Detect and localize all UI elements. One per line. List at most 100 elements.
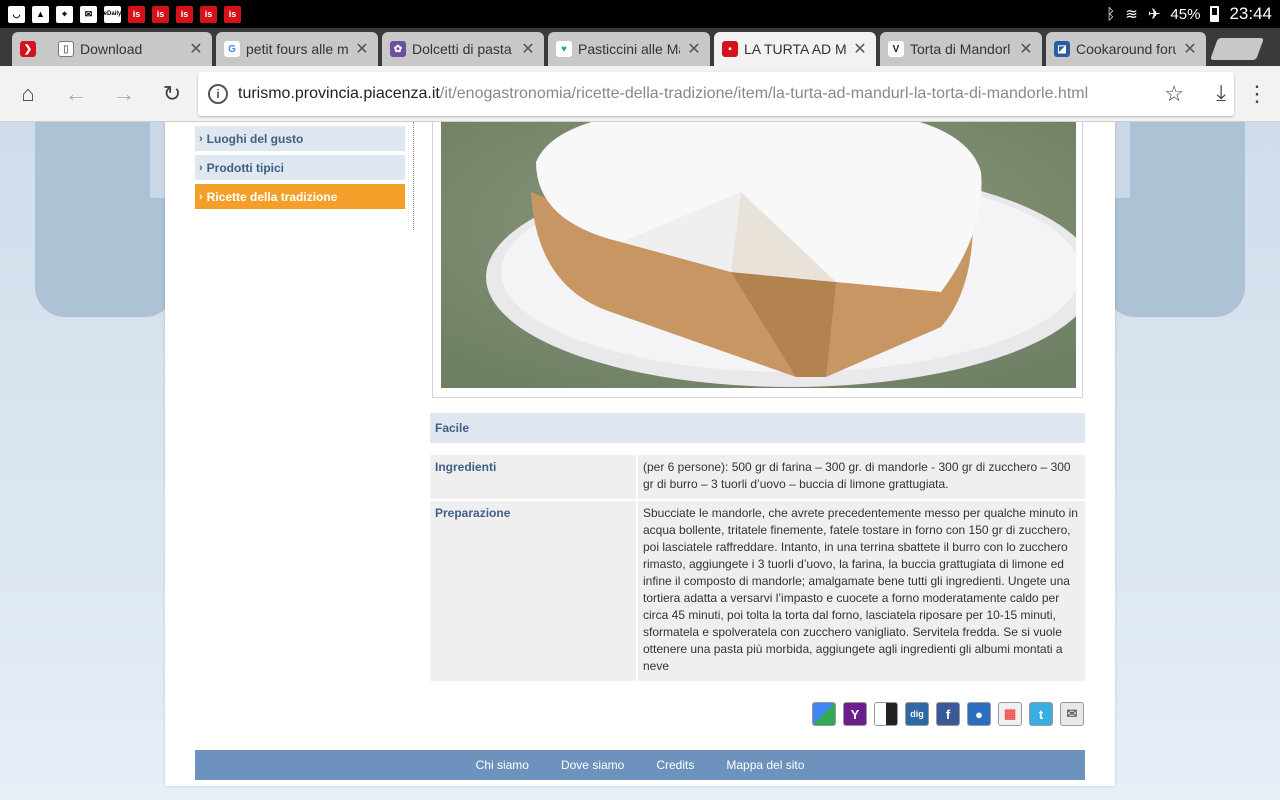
system-status: ᛒ ≋ ✈ 45% 23:44 <box>1106 0 1272 28</box>
tab-petit-fours[interactable]: G petit fours alle m ✕ <box>216 32 378 66</box>
sidebar-item-prodotti-tipici[interactable]: › Prodotti tipici <box>195 155 405 180</box>
clock: 23:44 <box>1229 4 1272 23</box>
bookmark-star-icon[interactable]: ☆ <box>1164 81 1184 107</box>
footer-nav: Chi siamo Dove siamo Credits Mappa del s… <box>195 750 1085 780</box>
tab-title: Pasticcini alle Ma <box>578 41 680 57</box>
facebook-share-icon[interactable]: f <box>936 702 960 726</box>
file-icon: ▯ <box>58 41 74 57</box>
info-icon[interactable]: i <box>208 84 228 104</box>
footer-link-mappa-del-sito[interactable]: Mappa del sito <box>726 758 804 772</box>
tab-title: petit fours alle m <box>246 41 348 57</box>
close-tab-icon[interactable]: ✕ <box>686 39 702 59</box>
table-row: Preparazione Sbucciate le mandorle, che … <box>430 501 1085 681</box>
notification-icons: ◡ ▲ ⌖ ✉ eDaily is is is is is <box>0 5 241 23</box>
site-icon: ◪ <box>1054 41 1070 57</box>
sidebar-item-label: Ricette della tradizione <box>206 189 338 204</box>
windows-live-share-icon[interactable]: ▦ <box>998 702 1022 726</box>
page-content: › Luoghi del gusto › Prodotti tipici › R… <box>165 122 1115 786</box>
heart-icon: ♥ <box>556 41 572 57</box>
news-icon: is <box>152 5 169 23</box>
tab-title: Dolcetti di pasta <box>412 41 512 57</box>
email-share-icon[interactable]: ✉ <box>1060 702 1084 726</box>
close-tab-icon[interactable]: ✕ <box>188 39 204 59</box>
status-bar: ◡ ▲ ⌖ ✉ eDaily is is is is is ᛒ ≋ ✈ 45% … <box>0 0 1280 28</box>
news-icon: is <box>200 5 217 23</box>
row-label: Ingredienti <box>430 455 638 499</box>
notification-icon: ◡ <box>8 5 25 23</box>
sidebar-item-label: Prodotti tipici <box>206 160 284 175</box>
airplane-icon: ✈ <box>1147 6 1161 23</box>
tab-dolcetti[interactable]: ✿ Dolcetti di pasta ✕ <box>382 32 544 66</box>
address-bar[interactable]: i turismo.provincia.piacenza.it/it/enoga… <box>198 72 1234 116</box>
myspace-share-icon[interactable]: ● <box>967 702 991 726</box>
tab-pasticcini[interactable]: ♥ Pasticcini alle Ma ✕ <box>548 32 710 66</box>
close-tab-icon[interactable]: ✕ <box>1018 39 1034 59</box>
url-text[interactable]: turismo.provincia.piacenza.it/it/enogast… <box>238 85 1088 103</box>
news-icon: is <box>176 5 193 23</box>
battery-icon <box>1210 6 1220 22</box>
bluetooth-icon: ᛒ <box>1106 5 1116 23</box>
tab-title: LA TURTA AD MA <box>744 41 846 57</box>
forward-button[interactable]: → <box>110 80 138 108</box>
tab-la-turta[interactable]: ▪ LA TURTA AD MA ✕ <box>714 32 876 66</box>
row-label: Preparazione <box>430 501 638 681</box>
digg-share-icon[interactable]: dig <box>905 702 929 726</box>
close-tab-icon[interactable]: ✕ <box>852 39 868 59</box>
tab-download[interactable]: ▯ Download ✕ <box>50 32 212 66</box>
browser-toolbar: ⌂ ← → ↻ i turismo.provincia.piacenza.it/… <box>0 66 1280 122</box>
news-icon: is <box>128 5 145 23</box>
nav-divider <box>413 122 414 230</box>
row-value: Sbucciate le mandorle, che avrete preced… <box>638 501 1085 681</box>
tab-cookaround[interactable]: ◪ Cookaround foru ✕ <box>1046 32 1206 66</box>
site-icon: V <box>888 41 904 57</box>
sidebar-item-ricette-della-tradizione[interactable]: › Ricette della tradizione <box>195 184 405 209</box>
close-tab-icon[interactable]: ✕ <box>1182 39 1198 59</box>
delicious-share-icon[interactable] <box>874 702 898 726</box>
almond-cake-image <box>441 122 1076 388</box>
news-icon: is <box>224 5 241 23</box>
sidebar-item-label: Luoghi del gusto <box>206 131 304 146</box>
close-tab-icon[interactable]: ✕ <box>354 39 370 59</box>
deals-icon: eDaily <box>104 5 121 23</box>
recipe-photo-frame <box>432 122 1083 398</box>
row-value: (per 6 persone): 500 gr di farina – 300 … <box>638 455 1085 499</box>
reload-button[interactable]: ↻ <box>158 80 186 108</box>
sidebar-nav: › Luoghi del gusto › Prodotti tipici › R… <box>195 126 405 213</box>
site-icon: ✿ <box>390 41 406 57</box>
chevron-right-icon: › <box>199 190 203 203</box>
download-icon[interactable]: ⤓ <box>1216 80 1226 106</box>
tab-strip: ❯ ▯ Download ✕ G petit fours alle m ✕ ✿ … <box>0 28 1280 66</box>
google-icon: G <box>224 41 240 57</box>
table-row: Ingredienti (per 6 persone): 500 gr di f… <box>430 455 1085 499</box>
home-button[interactable]: ⌂ <box>14 80 42 108</box>
tab-title: Download <box>80 41 143 57</box>
twitter-share-icon[interactable]: t <box>1029 702 1053 726</box>
close-tab-icon[interactable]: ✕ <box>520 39 536 59</box>
share-buttons: Y dig f ● ▦ t ✉ <box>812 702 1084 726</box>
chevron-right-icon: › <box>199 132 203 145</box>
gallery-icon: ▲ <box>32 5 49 23</box>
battery-percent: 45% <box>1170 5 1201 23</box>
email-icon: ✉ <box>80 5 97 23</box>
chevron-right-icon: › <box>199 161 203 174</box>
menu-button[interactable]: ⋮ <box>1243 80 1271 108</box>
yahoo-share-icon[interactable]: Y <box>843 702 867 726</box>
location-icon: ⌖ <box>56 5 73 23</box>
recipe-table: Ingredienti (per 6 persone): 500 gr di f… <box>430 453 1085 683</box>
wifi-icon: ≋ <box>1125 6 1138 23</box>
new-tab-button[interactable] <box>1209 38 1265 60</box>
google-share-icon[interactable] <box>812 702 836 726</box>
footer-link-credits[interactable]: Credits <box>656 758 694 772</box>
back-button[interactable]: ← <box>62 80 90 108</box>
tab-torta-mandorle[interactable]: V Torta di Mandorl ✕ <box>880 32 1042 66</box>
page-viewport: › Luoghi del gusto › Prodotti tipici › R… <box>0 122 1280 800</box>
site-icon: ▪ <box>722 41 738 57</box>
brand-icon: ❯ <box>20 41 36 57</box>
footer-link-chi-siamo[interactable]: Chi siamo <box>476 758 529 772</box>
recipe-photo <box>441 122 1076 388</box>
tab-title: Cookaround foru <box>1076 41 1176 57</box>
footer-link-dove-siamo[interactable]: Dove siamo <box>561 758 624 772</box>
difficulty-bar: Facile <box>430 413 1085 443</box>
sidebar-item-luoghi-del-gusto[interactable]: › Luoghi del gusto <box>195 126 405 151</box>
tab-title: Torta di Mandorl <box>910 41 1011 57</box>
